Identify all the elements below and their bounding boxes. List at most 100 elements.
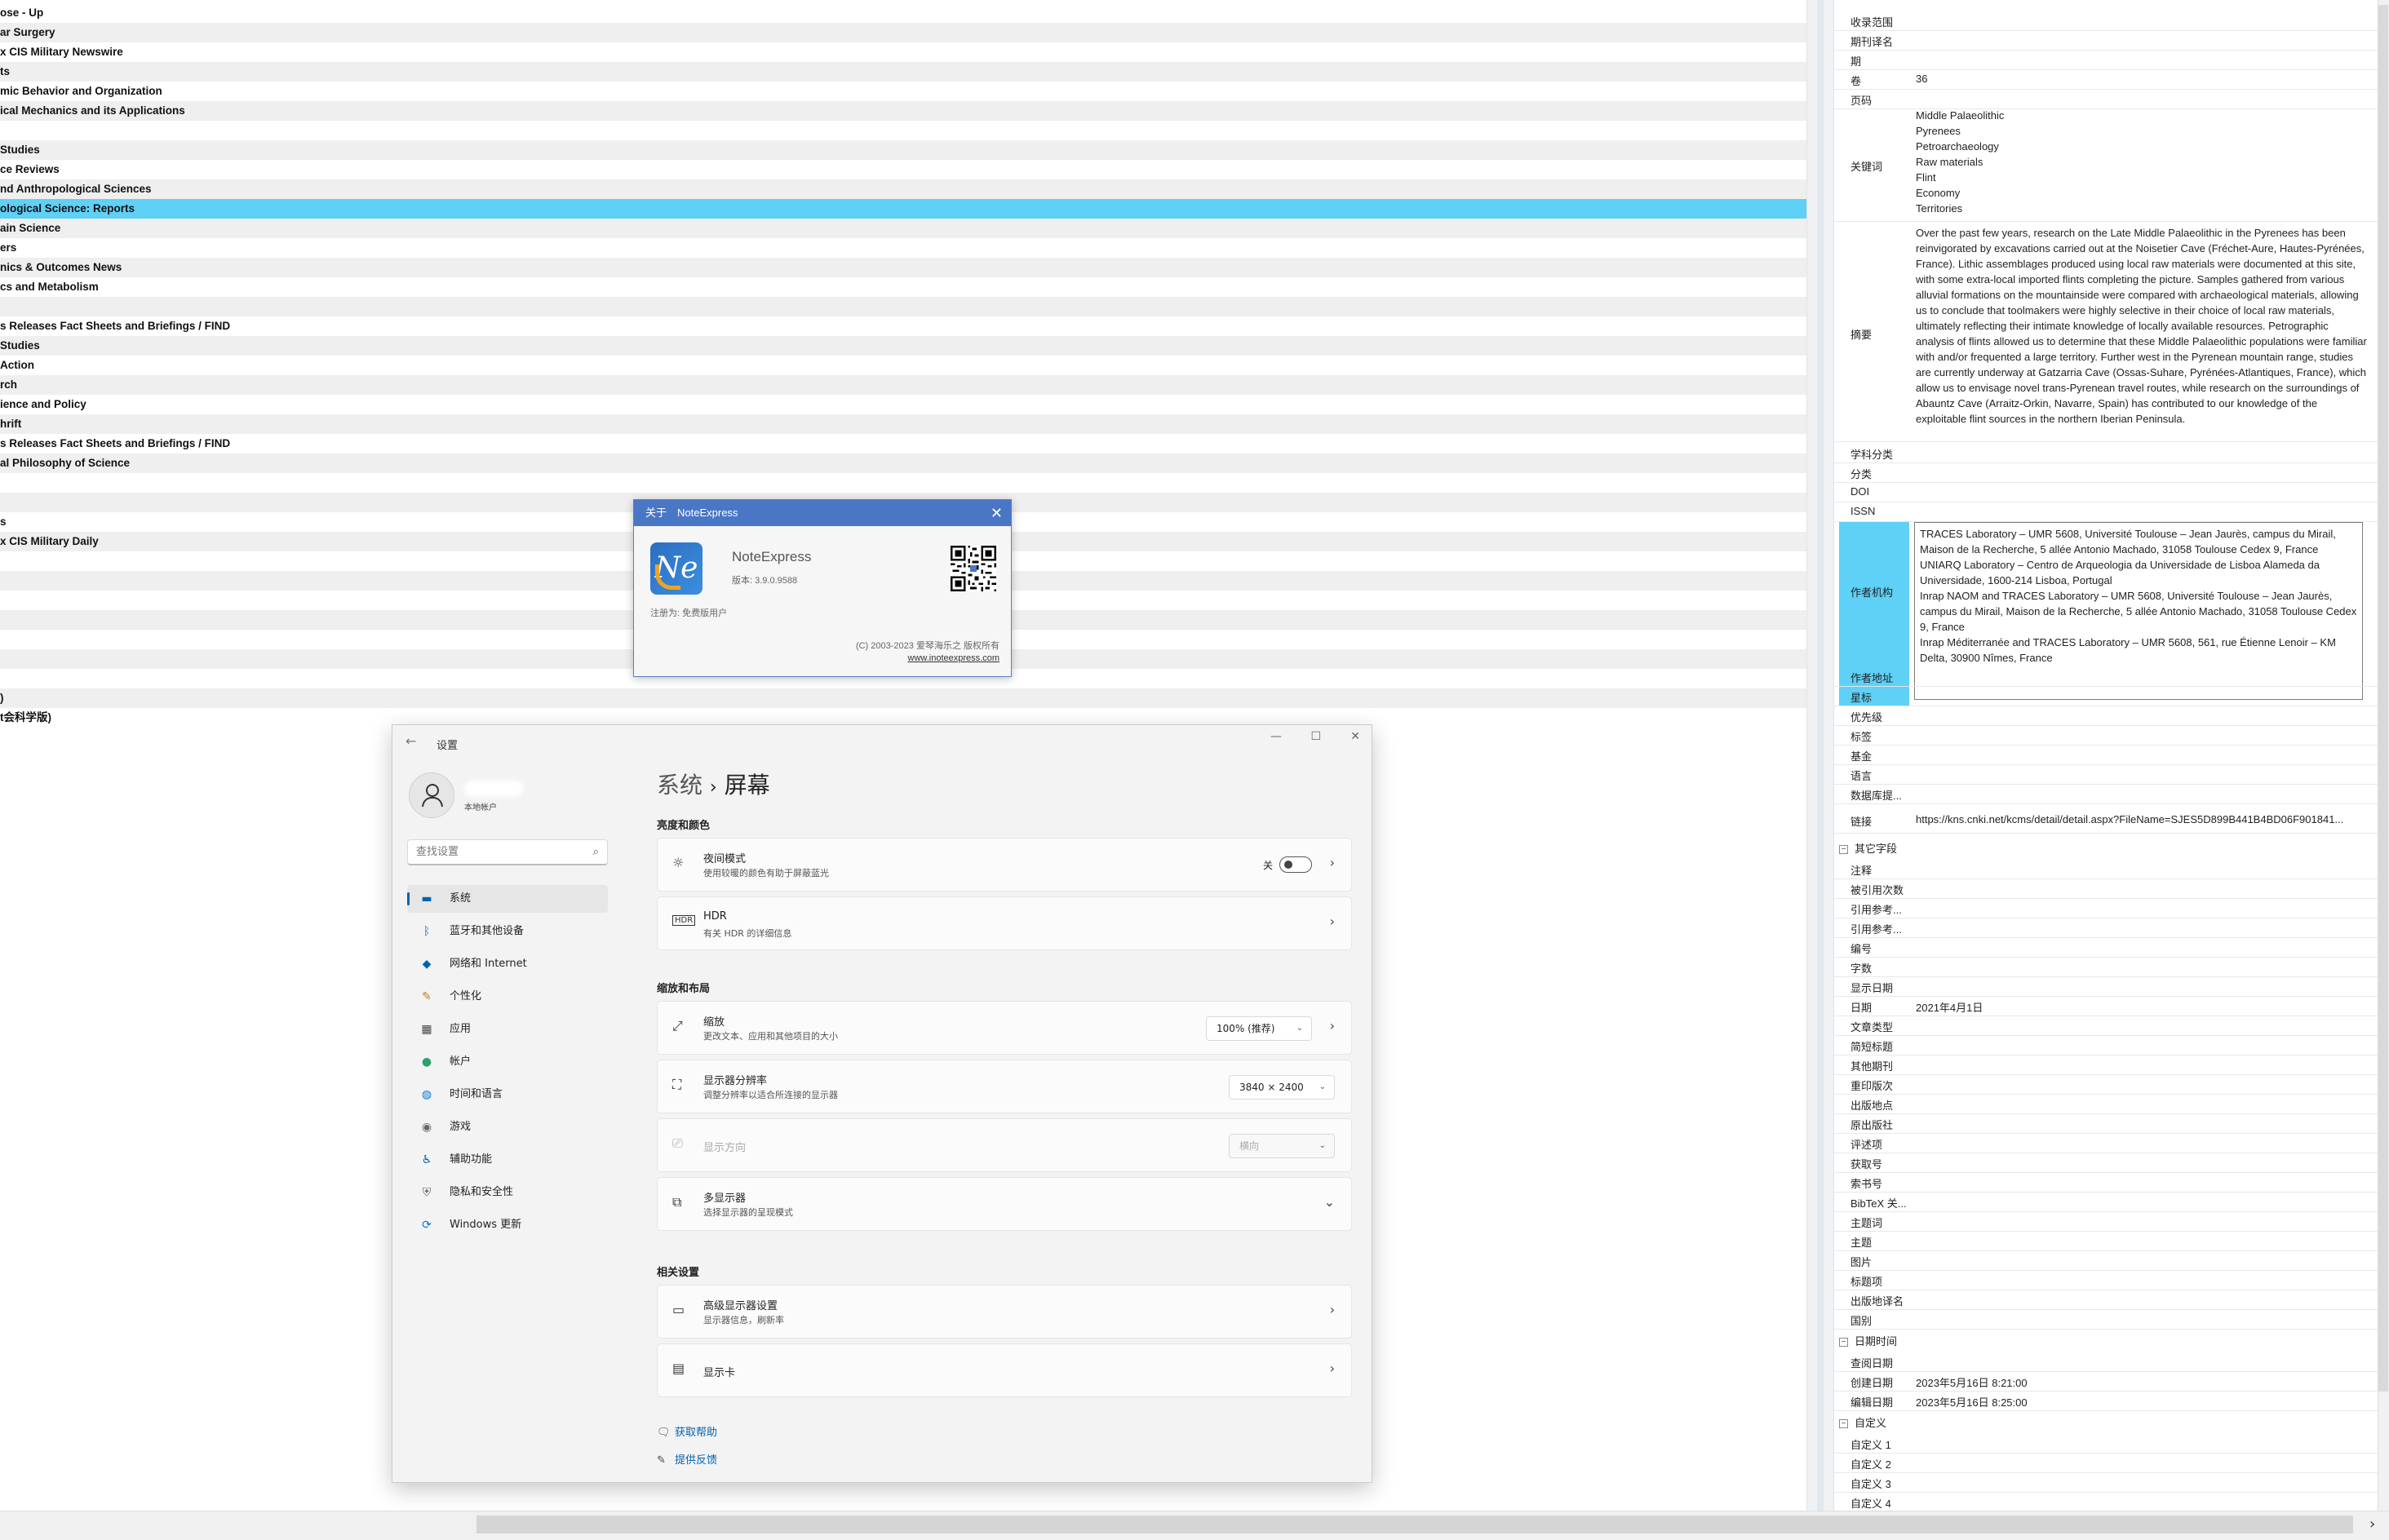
pane-splitter[interactable] (1806, 0, 1834, 1511)
property-row[interactable]: 星标 (1834, 687, 2378, 706)
property-row[interactable]: 编辑日期 2023年5月16日 8:25:00 (1834, 1392, 2378, 1411)
property-row[interactable]: 创建日期 2023年5月16日 8:21:00 (1834, 1372, 2378, 1392)
journal-row[interactable] (0, 473, 1806, 493)
nav-item[interactable]: ᛒ 蓝牙和其他设备 (407, 918, 608, 945)
back-arrow-icon[interactable]: ← (406, 733, 416, 749)
journal-row[interactable]: nics & Outcomes News (0, 258, 1806, 277)
section-header[interactable]: − 其它字段 (1839, 840, 1897, 856)
journal-row[interactable]: al Philosophy of Science (0, 454, 1806, 473)
maximize-icon[interactable]: ☐ (1310, 730, 1321, 743)
graphics-card[interactable]: ▤ 显示卡 › (657, 1343, 1352, 1397)
property-row[interactable]: 出版地点 (1834, 1095, 2378, 1114)
property-row[interactable]: 链接 https://kns.cnki.net/kcms/detail/detai… (1834, 811, 2378, 834)
property-row[interactable]: 引用参考... (1834, 918, 2378, 938)
horizontal-scroll-thumb[interactable] (476, 1516, 2353, 1533)
journal-row[interactable]: ain Science (0, 219, 1806, 238)
property-row[interactable]: 语言 (1834, 765, 2378, 785)
scroll-right-icon[interactable]: › (2369, 1516, 2375, 1533)
property-row[interactable]: 图片 (1834, 1251, 2378, 1271)
advanced-display-card[interactable]: ▭ 高级显示器设置 显示器信息，刷新率 › (657, 1285, 1352, 1339)
nav-item[interactable]: ▬ 系统 (407, 885, 608, 913)
property-row[interactable]: 摘要 Over the past few years, research on t… (1834, 223, 2378, 442)
collapse-icon[interactable]: − (1839, 845, 1848, 855)
multi-display-card[interactable]: ⧉ 多显示器 选择显示器的呈现模式 ⌄ (657, 1177, 1352, 1231)
breadcrumb-parent[interactable]: 系统 (657, 772, 703, 799)
journal-row[interactable]: Action (0, 356, 1806, 375)
property-row[interactable]: 页码 (1834, 90, 2378, 109)
journal-row[interactable]: s Releases Fact Sheets and Briefings / F… (0, 316, 1806, 336)
nav-item[interactable]: ⟳ Windows 更新 (407, 1211, 608, 1239)
close-icon[interactable]: ✕ (1350, 730, 1360, 743)
journal-row[interactable]: x CIS Military Newswire (0, 42, 1806, 62)
journal-row[interactable]: Studies (0, 336, 1806, 356)
section-header[interactable]: − 日期时间 (1839, 1333, 1897, 1348)
property-row[interactable]: 标签 (1834, 726, 2378, 746)
nav-item[interactable]: ⛨ 隐私和安全性 (407, 1179, 608, 1206)
property-row[interactable]: 分类 (1834, 463, 2378, 483)
journal-row[interactable]: nd Anthropological Sciences (0, 179, 1806, 199)
property-row[interactable]: 其他期刊 (1834, 1055, 2378, 1075)
journal-row[interactable]: ts (0, 62, 1806, 82)
property-row[interactable]: ISSN (1834, 502, 2378, 522)
journal-row[interactable]: cs and Metabolism (0, 277, 1806, 297)
nav-item[interactable]: ♿ 辅助功能 (407, 1146, 608, 1174)
journal-row[interactable]: hrift (0, 414, 1806, 434)
property-row[interactable]: 优先级 (1834, 706, 2378, 726)
property-row[interactable]: 关键词 Middle Palaeolithic Pyrenees Petroarcha… (1834, 108, 2378, 222)
nav-item[interactable]: ▦ 应用 (407, 1016, 608, 1043)
journal-row[interactable]: ) (0, 688, 1806, 708)
journal-row[interactable] (0, 121, 1806, 140)
close-icon[interactable]: ✕ (991, 500, 1003, 526)
scale-card[interactable]: ⤢ 缩放 更改文本、应用和其他项目的大小 100% (推荐) ⌄ › (657, 1001, 1352, 1055)
night-mode-card[interactable]: ☼ 夜间模式 使用较暖的颜色有助于屏蔽蓝光 关 › (657, 838, 1352, 892)
property-row[interactable]: 作者地址 (1834, 667, 2378, 687)
property-row[interactable]: 标题项 (1834, 1271, 2378, 1290)
journal-row[interactable]: ers (0, 238, 1806, 258)
nav-item[interactable]: ● 帐户 (407, 1048, 608, 1076)
property-row[interactable]: 简短标题 (1834, 1036, 2378, 1055)
property-row[interactable]: 自定义 4 (1834, 1493, 2378, 1511)
property-row[interactable]: 评述项 (1834, 1134, 2378, 1153)
journal-row[interactable]: ce Reviews (0, 160, 1806, 179)
property-row[interactable]: 自定义 2 (1834, 1454, 2378, 1473)
property-row[interactable]: BibTeX 关... (1834, 1193, 2378, 1212)
property-row[interactable]: 显示日期 (1834, 977, 2378, 997)
property-row[interactable]: 自定义 1 (1834, 1434, 2378, 1454)
collapse-icon[interactable]: − (1839, 1419, 1848, 1429)
journal-row[interactable]: ological Science: Reports (0, 199, 1806, 219)
property-row[interactable]: 收录范围 (1834, 11, 2378, 31)
nav-item[interactable]: ✎ 个性化 (407, 983, 608, 1011)
property-row[interactable]: 重印版次 (1834, 1075, 2378, 1095)
property-row[interactable]: 出版地译名 (1834, 1290, 2378, 1310)
journal-row[interactable]: s Releases Fact Sheets and Briefings / F… (0, 434, 1806, 454)
property-row[interactable]: 索书号 (1834, 1173, 2378, 1193)
property-row[interactable]: 字数 (1834, 958, 2378, 977)
journal-row[interactable]: ical Mechanics and its Applications (0, 101, 1806, 121)
nav-item[interactable]: ◆ 网络和 Internet (407, 950, 608, 978)
property-row[interactable]: 原出版社 (1834, 1114, 2378, 1134)
property-row[interactable]: 学科分类 (1834, 444, 2378, 463)
journal-row[interactable]: mic Behavior and Organization (0, 82, 1806, 101)
journal-row[interactable]: ar Surgery (0, 23, 1806, 42)
property-row[interactable]: 数据库提... (1834, 785, 2378, 804)
property-row[interactable]: 期 (1834, 51, 2378, 70)
property-row[interactable]: 被引用次数 (1834, 879, 2378, 899)
collapse-icon[interactable]: − (1839, 1338, 1848, 1348)
night-mode-toggle[interactable] (1279, 856, 1312, 873)
property-row[interactable]: 编号 (1834, 938, 2378, 958)
minimize-icon[interactable]: — (1270, 730, 1282, 743)
journal-row[interactable] (0, 297, 1806, 316)
scale-dropdown[interactable]: 100% (推荐) ⌄ (1206, 1016, 1312, 1041)
journal-row[interactable]: rch (0, 375, 1806, 395)
about-website-link[interactable]: www.inoteexpress.com (908, 653, 1000, 663)
property-row[interactable]: 获取号 (1834, 1153, 2378, 1173)
property-row[interactable]: 国别 (1834, 1310, 2378, 1330)
resolution-dropdown[interactable]: 3840 × 2400 ⌄ (1229, 1075, 1335, 1100)
journal-row[interactable]: ience and Policy (0, 395, 1806, 414)
property-row[interactable]: 注释 (1834, 860, 2378, 879)
property-row[interactable]: 主题词 (1834, 1212, 2378, 1232)
get-help-link[interactable]: 🗨 获取帮助 (657, 1423, 717, 1439)
property-row[interactable]: 日期 2021年4月1日 (1834, 997, 2378, 1016)
journal-row[interactable]: Studies (0, 140, 1806, 160)
feedback-link[interactable]: ✎ 提供反馈 (657, 1451, 717, 1467)
